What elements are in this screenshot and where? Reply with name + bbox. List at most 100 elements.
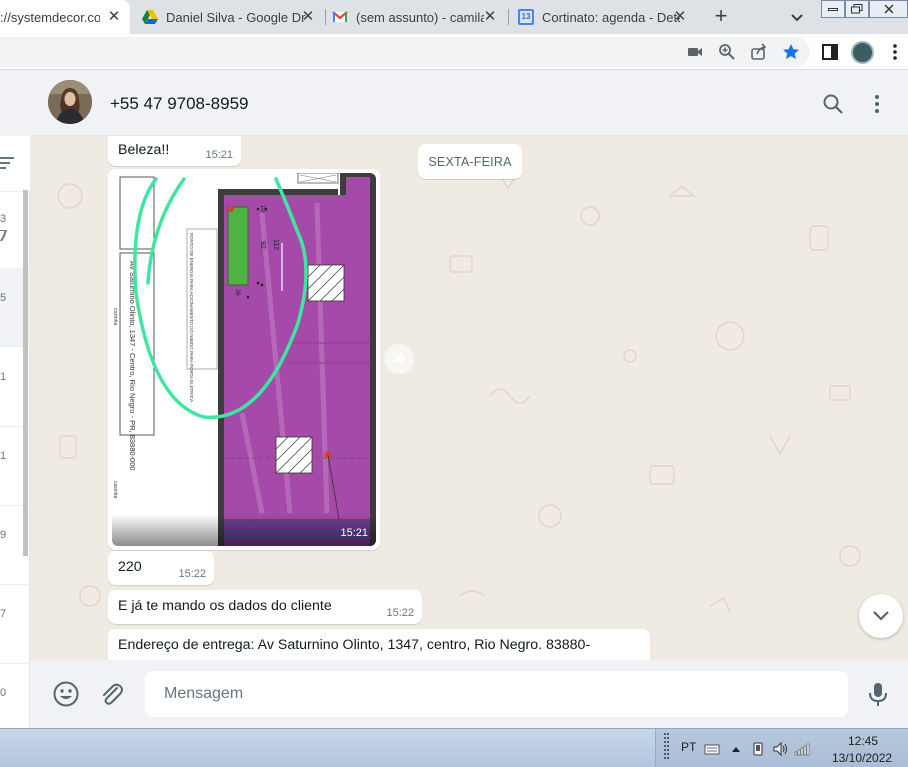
contact-avatar[interactable] [48, 80, 92, 124]
close-tab-icon[interactable]: ✕ [670, 7, 690, 27]
bookmark-star-icon[interactable] [781, 42, 801, 62]
chat-list-filter [0, 136, 30, 192]
close-window-button[interactable] [869, 0, 908, 18]
browser-tab-strip: ://systemdecor.com ✕ Daniel Silva - Goog… [0, 0, 908, 34]
attach-clip-icon[interactable] [97, 680, 125, 708]
message-bubble-incoming[interactable]: 220 15:22 [108, 551, 214, 585]
gmail-icon [332, 11, 348, 22]
address-bar[interactable] [0, 37, 810, 67]
browser-menu-icon[interactable] [885, 42, 905, 62]
floor-plan-drawing: Av Saturnino Olinto, 1347 - Centro, Rio … [112, 173, 376, 546]
profile-avatar[interactable] [851, 41, 874, 64]
tab-title: ://systemdecor.com [0, 9, 100, 25]
restore-window-button[interactable] [845, 0, 869, 18]
scroll-to-bottom-button[interactable] [859, 594, 903, 638]
chevron-down-icon [873, 611, 889, 621]
restore-icon [851, 4, 863, 14]
google-drive-icon [142, 10, 158, 24]
message-text: 220 [118, 559, 142, 575]
clock-date[interactable]: 13/10/2022 [832, 751, 892, 765]
chat-list-item-time: 9 [0, 529, 7, 541]
show-hidden-icons-arrow[interactable] [728, 741, 744, 757]
search-icon[interactable] [821, 92, 845, 116]
message-composer [30, 660, 908, 728]
emoji-icon[interactable] [52, 680, 80, 708]
device-icon[interactable] [750, 741, 766, 757]
new-tab-button[interactable]: + [708, 4, 734, 30]
image-label-dim3: 10 [259, 205, 265, 212]
image-label-dim2: 92 [259, 241, 266, 249]
calendar-day: 13 [521, 12, 531, 21]
chat-list-header [0, 70, 30, 136]
message-bubble-incoming[interactable]: E já te mando os dados do cliente 15:22 [108, 590, 422, 624]
close-tab-icon[interactable]: ✕ [480, 7, 500, 27]
chat-list-item[interactable]: 7 [0, 585, 30, 664]
image-label-dim1: 112 [272, 239, 279, 250]
message-text: Beleza!! [118, 142, 170, 158]
tab-search-chevron-icon[interactable] [786, 6, 808, 28]
message-bubble-incoming[interactable]: Endereço de entrega: Av Saturnino Olinto… [108, 629, 650, 660]
date-divider: SEXTA-FEIRA [418, 144, 522, 179]
chat-list-item-time: 1 [0, 450, 7, 462]
browser-toolbar [0, 34, 908, 70]
close-tab-icon[interactable]: ✕ [104, 7, 124, 27]
google-calendar-icon: 13 [518, 9, 534, 25]
forward-button[interactable] [384, 344, 414, 374]
network-signal-icon[interactable] [794, 741, 810, 757]
image-label-cabinet: cozinha [112, 308, 118, 325]
image-message-bubble[interactable]: Av Saturnino Olinto, 1347 - Centro, Rio … [108, 169, 380, 550]
message-time: 15:21 [340, 527, 368, 539]
tab-google-calendar[interactable]: 13 Cortinato: agenda - Detalhes ✕ [510, 0, 696, 34]
message-time: 15:21 [205, 149, 233, 161]
language-indicator[interactable]: PT [681, 740, 696, 754]
message-text: Endereço de entrega: Av Saturnino Olinto… [118, 637, 591, 653]
close-tab-icon[interactable]: ✕ [298, 7, 318, 27]
image-label-pantry: casinha [112, 481, 118, 498]
tab-title: Cortinato: agenda - Detalhes [542, 9, 680, 25]
clock-time[interactable]: 12:45 [848, 734, 878, 748]
pin-icon [0, 230, 8, 242]
floor-plan-image[interactable]: Av Saturnino Olinto, 1347 - Centro, Rio … [112, 173, 376, 546]
chat-list-item-time: 5 [0, 292, 7, 304]
tray-grip-icon [664, 733, 669, 759]
minimize-icon [828, 7, 838, 11]
chat-list-item-time: 1 [0, 371, 7, 383]
tab-title: (sem assunto) - camila@ [356, 9, 484, 25]
image-label-dim4: 26 [234, 289, 240, 296]
windows-taskbar: PT 12:45 13/10/2022 [0, 728, 908, 767]
chat-list-item-time: 7 [0, 608, 7, 620]
chat-list-item-time: 0 [0, 687, 7, 699]
tab-systemdecor[interactable]: ://systemdecor.com ✕ [0, 0, 130, 34]
tab-gmail[interactable]: (sem assunto) - camila@ ✕ [326, 0, 506, 34]
camera-icon[interactable] [685, 42, 705, 62]
tab-title: Daniel Silva - Google Drive [166, 9, 306, 25]
microphone-icon[interactable] [864, 680, 892, 708]
message-bubble-incoming[interactable]: Beleza!! 15:21 [108, 136, 241, 166]
chat-header: +55 47 9708-8959 [30, 70, 908, 136]
chat-menu-icon[interactable] [865, 92, 889, 116]
side-panel-icon[interactable] [820, 42, 840, 62]
message-time: 15:22 [178, 568, 206, 580]
contact-photo-icon [48, 80, 92, 124]
image-time-overlay [112, 514, 376, 546]
volume-icon[interactable] [772, 741, 788, 757]
hatched-column-bottom [275, 436, 313, 474]
close-window-icon [884, 4, 893, 14]
keyboard-icon[interactable] [704, 741, 720, 757]
hatched-column-top [307, 264, 345, 302]
chat-list-item-time: 3 [0, 213, 7, 225]
message-input[interactable] [145, 671, 848, 717]
conversation-panel: Beleza!! 15:21 SEXTA-FEIRA Av Saturnino … [30, 136, 908, 660]
system-tray: PT 12:45 13/10/2022 [655, 729, 908, 767]
zoom-icon[interactable] [717, 42, 737, 62]
tab-separator [508, 9, 509, 25]
image-label-note: PONTO DE ENERGIA PARA ACIONAMENTO DO NIB… [189, 233, 194, 402]
share-icon[interactable] [749, 42, 769, 62]
contact-name[interactable]: +55 47 9708-8959 [110, 94, 249, 114]
message-text: E já te mando os dados do cliente [118, 598, 332, 614]
chat-list-panel: 3 5 1 1 9 7 0 [0, 70, 30, 728]
chat-list-scrollbar[interactable] [23, 190, 28, 556]
filter-icon[interactable] [0, 156, 16, 170]
tab-google-drive[interactable]: Daniel Silva - Google Drive ✕ [134, 0, 324, 34]
minimize-window-button[interactable] [821, 0, 845, 18]
